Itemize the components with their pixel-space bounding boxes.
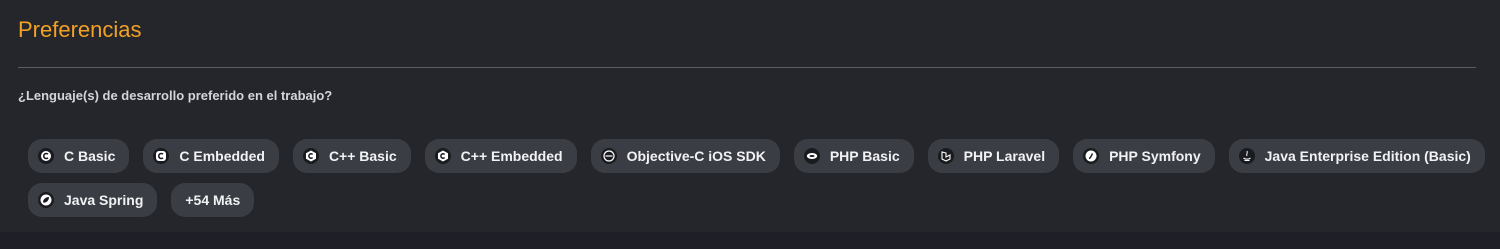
objective-c-icon (600, 148, 617, 164)
more-languages-button[interactable]: +54 Más (171, 183, 255, 217)
chip-label: C Embedded (179, 148, 265, 164)
cpp-icon (434, 148, 451, 164)
c-icon (153, 148, 170, 164)
cpp-icon (302, 148, 319, 164)
chip-java-spring[interactable]: Java Spring (28, 183, 158, 217)
chip-java-enterprise-edition[interactable]: Java Enterprise Edition (Basic) (1228, 139, 1485, 173)
symfony-icon (1083, 148, 1100, 164)
divider (18, 67, 1476, 68)
more-label: +54 Más (185, 192, 241, 208)
section-title: Preferencias (18, 17, 142, 42)
php-icon (803, 148, 820, 164)
chip-row-1: C Basic C Embedded C++ Basic C++ Embedde… (28, 139, 1485, 173)
chip-php-basic[interactable]: PHP Basic (793, 139, 914, 173)
chip-label: C++ Basic (328, 148, 397, 164)
language-chip-list: C Basic C Embedded C++ Basic C++ Embedde… (28, 139, 1485, 227)
chip-label: C++ Embedded (460, 148, 563, 164)
c-icon (38, 148, 54, 164)
chip-php-symfony[interactable]: PHP Symfony (1073, 139, 1215, 173)
chip-label: PHP Laravel (963, 148, 1046, 164)
chip-row-2: Java Spring +54 Más (28, 183, 1478, 217)
chip-label: C Basic (64, 148, 116, 164)
spring-icon (38, 192, 54, 208)
chip-php-laravel[interactable]: PHP Laravel (927, 139, 1060, 173)
chip-label: Java Spring (64, 192, 144, 208)
chip-c-embedded[interactable]: C Embedded (143, 139, 279, 173)
chip-cpp-basic[interactable]: C++ Basic (292, 139, 411, 173)
chip-label: Java Enterprise Edition (Basic) (1264, 148, 1471, 164)
chip-objective-c-ios-sdk[interactable]: Objective-C iOS SDK (590, 139, 780, 173)
chip-cpp-embedded[interactable]: C++ Embedded (424, 139, 577, 173)
chip-label: PHP Basic (829, 148, 900, 164)
chip-c-basic[interactable]: C Basic (28, 139, 130, 173)
question-label: ¿Lenguaje(s) de desarrollo preferido en … (18, 88, 333, 103)
chip-label: Objective-C iOS SDK (626, 148, 766, 164)
java-icon (1238, 148, 1255, 164)
chip-label: PHP Symfony (1109, 148, 1201, 164)
laravel-icon (937, 148, 954, 164)
preferences-panel: Preferencias ¿Lenguaje(s) de desarrollo … (0, 0, 1500, 232)
